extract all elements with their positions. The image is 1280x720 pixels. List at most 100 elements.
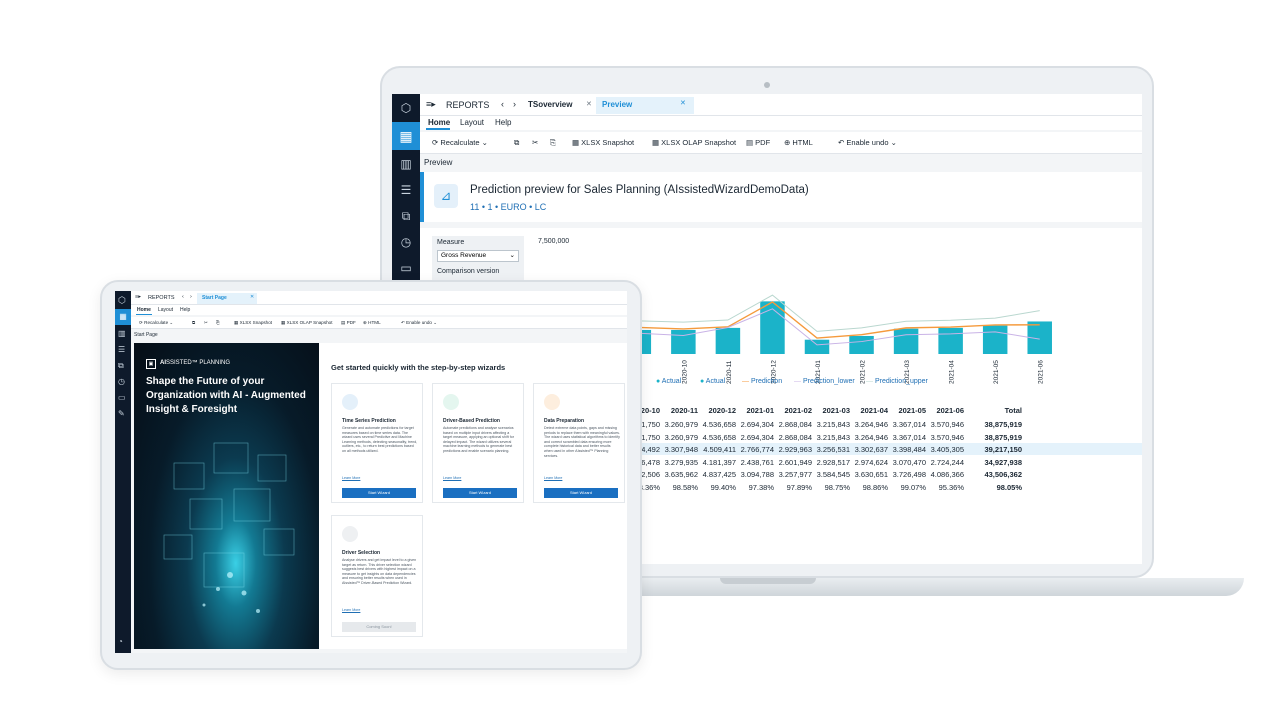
driver-selection-icon	[342, 526, 358, 542]
card-title: Driver-Based Prediction	[443, 418, 500, 424]
card-driver-based: Driver-Based Prediction Automate predict…	[432, 383, 524, 503]
legend-label: Prediction_lower	[802, 378, 855, 385]
xlsx-olap-snapshot-button[interactable]: ▦ XLSX OLAP Snapshot	[281, 320, 333, 326]
menu-help[interactable]: Help	[495, 118, 511, 127]
toolbar: ⟳ Recalculate ⌄ ⧉ ✂ ⎘ ▦ XLSX Snapshot ▦ …	[420, 132, 1142, 154]
report-title: Prediction preview for Sales Planning (A…	[470, 184, 809, 196]
table-cell: 34,927,938	[984, 457, 1022, 467]
legend-label: Prediction_upper	[874, 378, 928, 385]
table-cell: 38,875,919	[984, 432, 1022, 442]
tool-icon[interactable]: ✎	[118, 409, 125, 418]
table-cell: 95.36%	[938, 482, 964, 492]
cut-icon[interactable]: ✂	[204, 320, 208, 326]
enable-undo-button[interactable]: ↶ Enable undo ⌄	[838, 138, 897, 147]
html-button[interactable]: ⊕ HTML	[363, 320, 381, 326]
table-header: 2021-06	[936, 406, 964, 415]
xlsx-snapshot-button[interactable]: ▦ XLSX Snapshot	[572, 138, 634, 147]
cut-icon[interactable]: ✂	[532, 138, 538, 147]
menu-icon[interactable]: ≡▸	[426, 99, 436, 110]
learn-more-link[interactable]: Learn More	[443, 476, 461, 480]
menu-icon[interactable]: ≡▸	[135, 294, 141, 300]
pdf-button[interactable]: ▤ PDF	[746, 138, 770, 147]
y-tick-label: 7,500,000	[538, 238, 569, 245]
start-wizard-button[interactable]: Start Wizard	[544, 488, 618, 498]
table-cell: 38,875,919	[984, 420, 1022, 429]
chart-icon[interactable]: ▥	[398, 156, 414, 172]
card-time-series: Time Series Prediction Generate and auto…	[331, 383, 423, 503]
pdf-label: PDF	[755, 138, 771, 147]
forward-icon[interactable]: ›	[513, 99, 516, 109]
table-row: 3.542,506 3.635,962 4.837,425 3.094,788 3.25…	[616, 468, 1142, 480]
table-icon[interactable]: ☰	[398, 182, 414, 198]
hero-headline: Shape the Future of your Organization wi…	[146, 376, 306, 415]
camera-dot	[764, 82, 770, 88]
legend-label: Prediction	[750, 378, 783, 385]
xlsx-olap-label: XLSX OLAP Snapshot	[286, 320, 333, 325]
menu-home[interactable]: Home	[137, 307, 151, 313]
copy-icon[interactable]: ⧉	[514, 138, 519, 148]
table-row: 2.886,478 3.279,935 4.181,397 2.438,761 2.60…	[616, 456, 1142, 468]
close-icon[interactable]: ✕	[680, 99, 686, 107]
back-icon[interactable]: ‹	[182, 294, 184, 300]
recalculate-button[interactable]: ⟳ Recalculate ⌄	[432, 138, 488, 147]
learn-more-link[interactable]: Learn More	[342, 476, 360, 480]
app-logo-icon[interactable]: ⬡	[118, 295, 126, 306]
table-row: 98.36% 98.58% 99.40% 97.38% 97.89% 98.75% 98.8…	[616, 481, 1142, 493]
table-icon[interactable]: ☰	[118, 345, 125, 354]
comparison-label: Comparison version	[437, 268, 500, 275]
card-title: Driver Selection	[342, 550, 381, 556]
driver-based-icon	[443, 394, 459, 410]
data-table: 2020-10 2020-11 2020-12 2021-01 2021-02 2021-…	[616, 406, 1142, 516]
learn-more-link[interactable]: Learn More	[544, 476, 562, 480]
app-title: REPORTS	[446, 100, 490, 110]
gauge-icon[interactable]: ◷	[398, 234, 414, 250]
recalculate-button[interactable]: ⟳ Recalculate ⌄	[139, 320, 173, 326]
brand-name: AISSISTED™ PLANNING	[160, 360, 230, 366]
measure-select[interactable]: Gross Revenue ⌄	[437, 250, 519, 262]
back-icon[interactable]: ‹	[501, 99, 504, 109]
filter-panel: Measure Gross Revenue ⌄ Comparison versio…	[432, 236, 524, 284]
chart-icon[interactable]: ▥	[118, 329, 126, 338]
paste-icon[interactable]: ⎘	[550, 138, 556, 148]
paste-icon[interactable]: ⎘	[216, 320, 220, 325]
user-icon[interactable]: ◔	[118, 637, 123, 646]
close-icon[interactable]: ✕	[586, 100, 592, 108]
reports-icon[interactable]: ▦	[392, 122, 420, 150]
app-logo-icon[interactable]: ⬡	[398, 100, 414, 116]
menu-help[interactable]: Help	[180, 307, 190, 313]
enable-undo-label: Enable undo	[406, 320, 432, 325]
xlsx-snapshot-label: XLSX Snapshot	[581, 138, 635, 147]
menu-home[interactable]: Home	[428, 118, 450, 127]
tab-start-page[interactable]: Start Page ✕	[197, 293, 257, 304]
reports-icon[interactable]: ▦	[115, 309, 131, 325]
table-cell: 39,217,150	[984, 445, 1022, 454]
bar-actual	[893, 328, 919, 354]
copy-icon[interactable]: ⧉	[192, 320, 195, 325]
forward-icon[interactable]: ›	[190, 294, 192, 300]
start-wizard-button[interactable]: Start Wizard	[443, 488, 517, 498]
tab-preview[interactable]: Preview ✕	[596, 97, 694, 114]
tab-tsoverview[interactable]: TSoverview	[528, 100, 572, 109]
data-preparation-icon	[544, 394, 560, 410]
close-icon[interactable]: ✕	[250, 294, 254, 300]
chevron-down-icon: ⌄	[509, 252, 515, 259]
xlsx-snapshot-label: XLSX Snapshot	[239, 320, 273, 325]
html-button[interactable]: ⊕ HTML	[784, 138, 813, 147]
breadcrumb: Start Page	[134, 332, 158, 338]
menu-layout[interactable]: Layout	[158, 307, 173, 313]
start-wizard-button[interactable]: Start Wizard	[342, 488, 416, 498]
xlsx-olap-snapshot-button[interactable]: ▦ XLSX OLAP Snapshot	[652, 138, 736, 147]
pdf-button[interactable]: ▤ PDF	[341, 320, 356, 326]
active-menu-underline	[136, 314, 152, 315]
xlsx-snapshot-button[interactable]: ▦ XLSX Snapshot	[234, 320, 272, 326]
gauge-icon[interactable]: ◷	[118, 377, 125, 386]
box-icon[interactable]: ▭	[398, 260, 414, 276]
learn-more-link[interactable]: Learn More	[342, 608, 360, 612]
box-icon[interactable]: ▭	[118, 393, 126, 402]
hierarchy-icon[interactable]: ⧉	[118, 361, 124, 371]
xlsx-olap-label: XLSX OLAP Snapshot	[661, 138, 737, 147]
menu-layout[interactable]: Layout	[460, 118, 484, 127]
x-tick-label: 2021-06	[1038, 360, 1045, 384]
enable-undo-button[interactable]: ↶ Enable undo ⌄	[401, 320, 437, 326]
hierarchy-icon[interactable]: ⧉	[398, 208, 414, 224]
